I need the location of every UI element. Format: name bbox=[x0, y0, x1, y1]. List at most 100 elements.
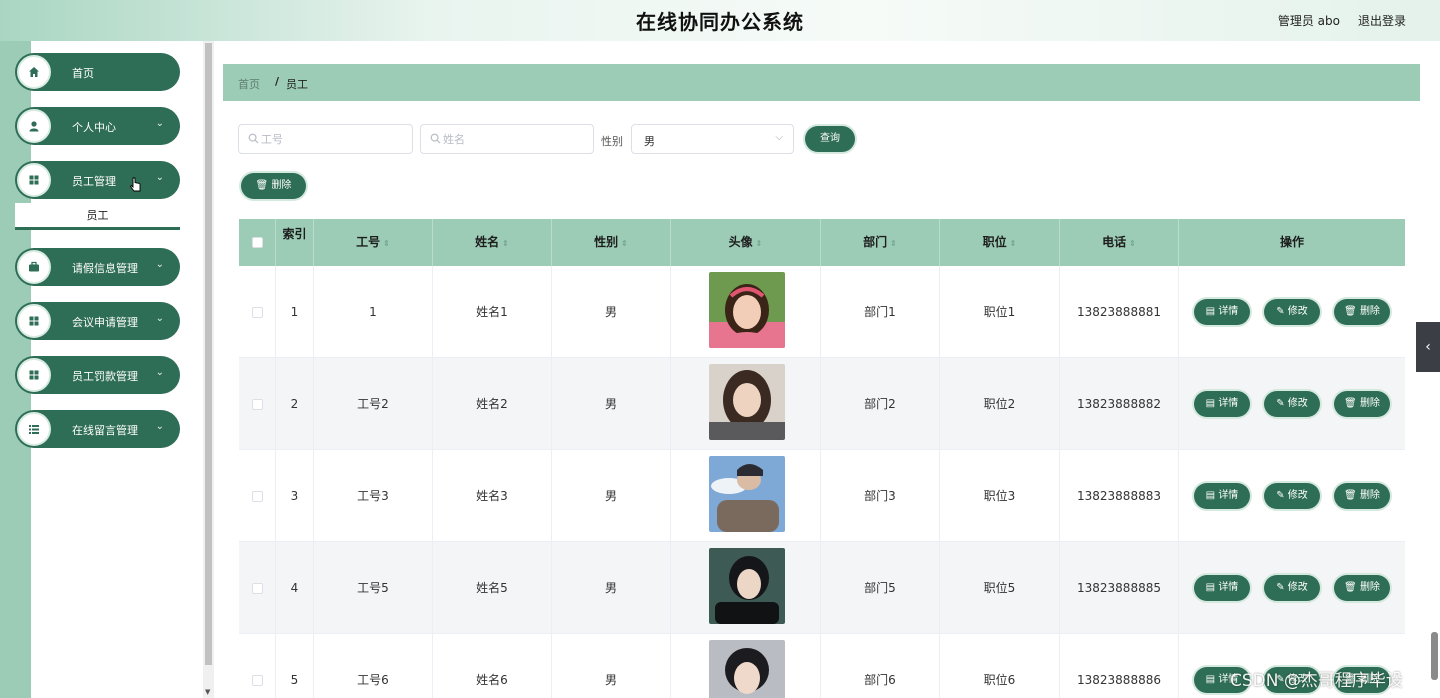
cell-avatar bbox=[671, 542, 821, 634]
detail-button[interactable]: ▤ 详情 bbox=[1194, 483, 1250, 509]
cell-sex: 男 bbox=[552, 358, 671, 450]
row-checkbox[interactable] bbox=[252, 675, 263, 686]
delete-button[interactable]: 🗑 删除 bbox=[1334, 391, 1390, 417]
edit-button[interactable]: ✎ 修改 bbox=[1264, 299, 1320, 325]
employee-avatar[interactable] bbox=[709, 640, 785, 698]
edit-label: 修改 bbox=[1287, 582, 1308, 593]
table-row: 2 工号2 姓名2 男 部门2 职位2 13823888882 ▤ 详情 ✎ 修… bbox=[239, 358, 1405, 450]
edit-button[interactable]: ✎ 修改 bbox=[1264, 391, 1320, 417]
cell-position: 职位1 bbox=[940, 266, 1060, 358]
detail-button[interactable]: ▤ 详情 bbox=[1194, 575, 1250, 601]
row-checkbox[interactable] bbox=[252, 491, 263, 502]
edit-button[interactable]: ✎ 修改 bbox=[1264, 483, 1320, 509]
delete-label: 删除 bbox=[1359, 490, 1380, 501]
select-all-checkbox[interactable] bbox=[252, 237, 263, 248]
query-button[interactable]: 查询 bbox=[805, 126, 855, 152]
delete-button[interactable]: 🗑 删除 bbox=[1334, 483, 1390, 509]
cell-actions: ▤ 详情 ✎ 修改 🗑 删除 bbox=[1179, 542, 1405, 634]
sidebar-item-message-management[interactable]: 在线留言管理 ⌄ bbox=[15, 410, 180, 448]
row-select-cell bbox=[239, 358, 276, 450]
column-header-department[interactable]: 部门 ⇕ bbox=[821, 219, 940, 266]
sidebar-item-home[interactable]: 首页 bbox=[15, 53, 180, 91]
table-row: 1 1 姓名1 男 部门1 职位1 13823888881 ▤ 详情 ✎ 修改 … bbox=[239, 266, 1405, 358]
cell-index: 2 bbox=[276, 358, 314, 450]
sidebar-item-personal-center[interactable]: 个人中心 ⌄ bbox=[15, 107, 180, 145]
employee-id-search-input[interactable] bbox=[261, 131, 391, 148]
edit-label: 修改 bbox=[1287, 306, 1308, 317]
cell-phone: 13823888886 bbox=[1060, 634, 1179, 698]
cell-avatar bbox=[671, 358, 821, 450]
cell-avatar bbox=[671, 634, 821, 698]
chevron-down-icon: ⌄ bbox=[155, 313, 164, 324]
row-checkbox[interactable] bbox=[252, 399, 263, 410]
delete-button[interactable]: 🗑 删除 bbox=[1334, 299, 1390, 325]
sidebar-item-leave-management[interactable]: 请假信息管理 ⌄ bbox=[15, 248, 180, 286]
employee-avatar[interactable] bbox=[709, 456, 785, 532]
chevron-left-icon: ‹ bbox=[1425, 339, 1431, 355]
row-checkbox[interactable] bbox=[252, 583, 263, 594]
logout-link[interactable]: 退出登录 bbox=[1358, 12, 1406, 29]
column-header-actions: 操作 bbox=[1279, 235, 1304, 249]
document-icon: ▤ bbox=[1205, 490, 1216, 501]
delete-label: 删除 bbox=[1359, 306, 1380, 317]
edit-button[interactable]: ✎ 修改 bbox=[1264, 575, 1320, 601]
detail-label: 详情 bbox=[1218, 490, 1239, 501]
pencil-icon: ✎ bbox=[1276, 582, 1285, 593]
employee-avatar[interactable] bbox=[709, 364, 785, 440]
chevron-down-icon: ⌄ bbox=[155, 259, 164, 270]
column-header-label: 电话 bbox=[1102, 235, 1127, 249]
briefcase-icon bbox=[17, 250, 51, 284]
detail-button[interactable]: ▤ 详情 bbox=[1194, 391, 1250, 417]
cell-employee-id: 工号3 bbox=[314, 450, 433, 542]
sidebar-item-label: 会议申请管理 bbox=[72, 316, 138, 329]
sidebar-item-employee-management[interactable]: 员工管理 ⌄ bbox=[15, 161, 180, 199]
sex-filter-select[interactable]: 男 ⌵ bbox=[631, 124, 794, 154]
select-all-header bbox=[239, 219, 276, 266]
mouse-pointer-icon bbox=[129, 177, 142, 197]
sidebar-item-label: 员工罚款管理 bbox=[72, 370, 138, 383]
column-header-position[interactable]: 职位 ⇕ bbox=[940, 219, 1060, 266]
cell-employee-id: 工号5 bbox=[314, 542, 433, 634]
sidebar-subitem-employee[interactable]: 员工 bbox=[15, 203, 180, 230]
sidebar-scrollbar[interactable]: ▼ bbox=[203, 41, 214, 698]
cell-phone: 13823888882 bbox=[1060, 358, 1179, 450]
employee-id-search-field[interactable] bbox=[238, 124, 413, 154]
employee-avatar[interactable] bbox=[709, 272, 785, 348]
delete-button[interactable]: 🗑 删除 bbox=[1334, 575, 1390, 601]
batch-delete-button[interactable]: 🗑 删除 bbox=[241, 173, 306, 199]
column-header-name[interactable]: 姓名 ⇕ bbox=[433, 219, 552, 266]
cell-name: 姓名3 bbox=[433, 450, 552, 542]
document-icon: ▤ bbox=[1205, 306, 1216, 317]
main-scrollbar-thumb[interactable] bbox=[1431, 632, 1438, 680]
document-icon: ▤ bbox=[1205, 398, 1216, 409]
detail-label: 详情 bbox=[1218, 306, 1239, 317]
column-header-label: 性别 bbox=[594, 235, 619, 249]
column-header-avatar[interactable]: 头像 ⇕ bbox=[671, 219, 821, 266]
cell-department: 部门3 bbox=[821, 450, 940, 542]
collapse-panel-tab[interactable]: ‹ bbox=[1416, 322, 1440, 372]
name-search-field[interactable] bbox=[420, 124, 594, 154]
name-search-input[interactable] bbox=[443, 131, 573, 148]
pencil-icon: ✎ bbox=[1276, 306, 1285, 317]
scroll-down-arrow-icon[interactable]: ▼ bbox=[205, 688, 210, 696]
cell-name: 姓名5 bbox=[433, 542, 552, 634]
breadcrumb-home-link[interactable]: 首页 bbox=[238, 76, 260, 92]
grid-icon bbox=[17, 163, 51, 197]
sidebar-item-meeting-management[interactable]: 会议申请管理 ⌄ bbox=[15, 302, 180, 340]
detail-button[interactable]: ▤ 详情 bbox=[1194, 299, 1250, 325]
sidebar-item-fine-management[interactable]: 员工罚款管理 ⌄ bbox=[15, 356, 180, 394]
employee-avatar[interactable] bbox=[709, 548, 785, 624]
column-header-phone[interactable]: 电话 ⇕ bbox=[1060, 219, 1179, 266]
trash-icon: 🗑 bbox=[1344, 398, 1357, 409]
cell-actions: ▤ 详情 ✎ 修改 🗑 删除 bbox=[1179, 450, 1405, 542]
column-header-sex[interactable]: 性别 ⇕ bbox=[552, 219, 671, 266]
column-header-employee-id[interactable]: 工号 ⇕ bbox=[314, 219, 433, 266]
row-checkbox[interactable] bbox=[252, 307, 263, 318]
trash-icon: 🗑 bbox=[1344, 582, 1357, 593]
cell-avatar bbox=[671, 266, 821, 358]
sex-filter-label: 性别 bbox=[601, 135, 623, 148]
cell-name: 姓名1 bbox=[433, 266, 552, 358]
sidebar-scrollbar-thumb[interactable] bbox=[205, 43, 212, 665]
sort-icon: ⇕ bbox=[383, 239, 390, 248]
cell-position: 职位5 bbox=[940, 542, 1060, 634]
